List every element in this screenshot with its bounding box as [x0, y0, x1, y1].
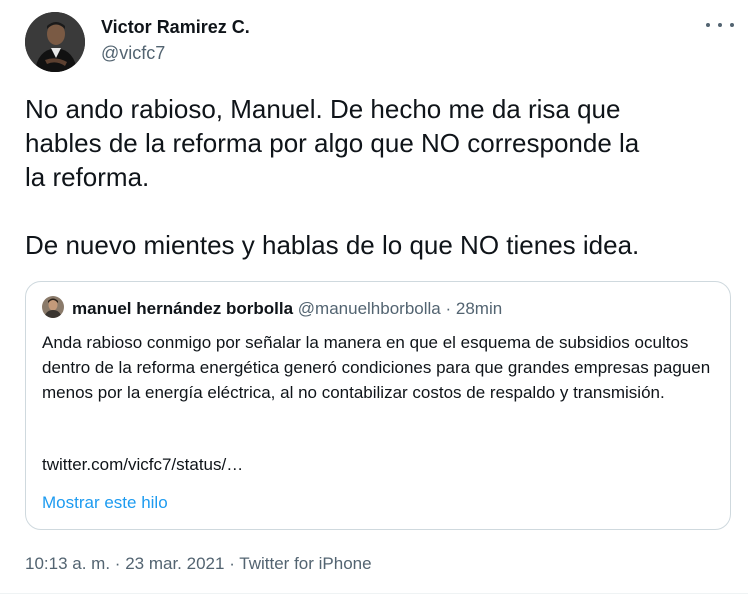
author-handle[interactable]: @vicfc7	[101, 43, 165, 64]
author-avatar[interactable]	[25, 12, 85, 72]
tweet-date[interactable]: 23 mar. 2021	[125, 554, 224, 573]
tweet-footer: 10:13 a. m. · 23 mar. 2021 · Twitter for…	[25, 554, 372, 574]
tweet-text: No ando rabioso, Manuel. De hecho me da …	[25, 94, 640, 260]
quoted-tweet-header: manuel hernández borbolla @manuelhborbol…	[72, 299, 502, 319]
show-thread-link[interactable]: Mostrar este hilo	[42, 493, 168, 513]
quoted-tweet-card[interactable]: manuel hernández borbolla @manuelhborbol…	[25, 281, 731, 530]
footer-separator: ·	[114, 554, 121, 573]
tweet-source[interactable]: Twitter for iPhone	[239, 554, 371, 573]
quoted-time-ago: 28min	[455, 299, 503, 318]
quoted-tweet-link: twitter.com/vicfc7/status/…	[42, 455, 244, 474]
author-display-name[interactable]: Victor Ramirez C.	[101, 17, 250, 38]
quoted-tweet-text: Anda rabioso conmigo por señalar la mane…	[42, 333, 711, 402]
quoted-author-handle: @manuelhborbolla	[297, 299, 441, 318]
bottom-divider	[0, 593, 748, 594]
tweet-time[interactable]: 10:13 a. m.	[25, 554, 110, 573]
footer-separator: ·	[229, 554, 235, 573]
quoted-author-avatar	[42, 296, 64, 318]
more-options-icon[interactable]	[706, 14, 734, 36]
quoted-separator: ·	[445, 299, 452, 318]
quoted-author-name: manuel hernández borbolla	[72, 299, 294, 318]
tweet: Victor Ramirez C. @vicfc7 No ando rabios…	[0, 0, 748, 596]
